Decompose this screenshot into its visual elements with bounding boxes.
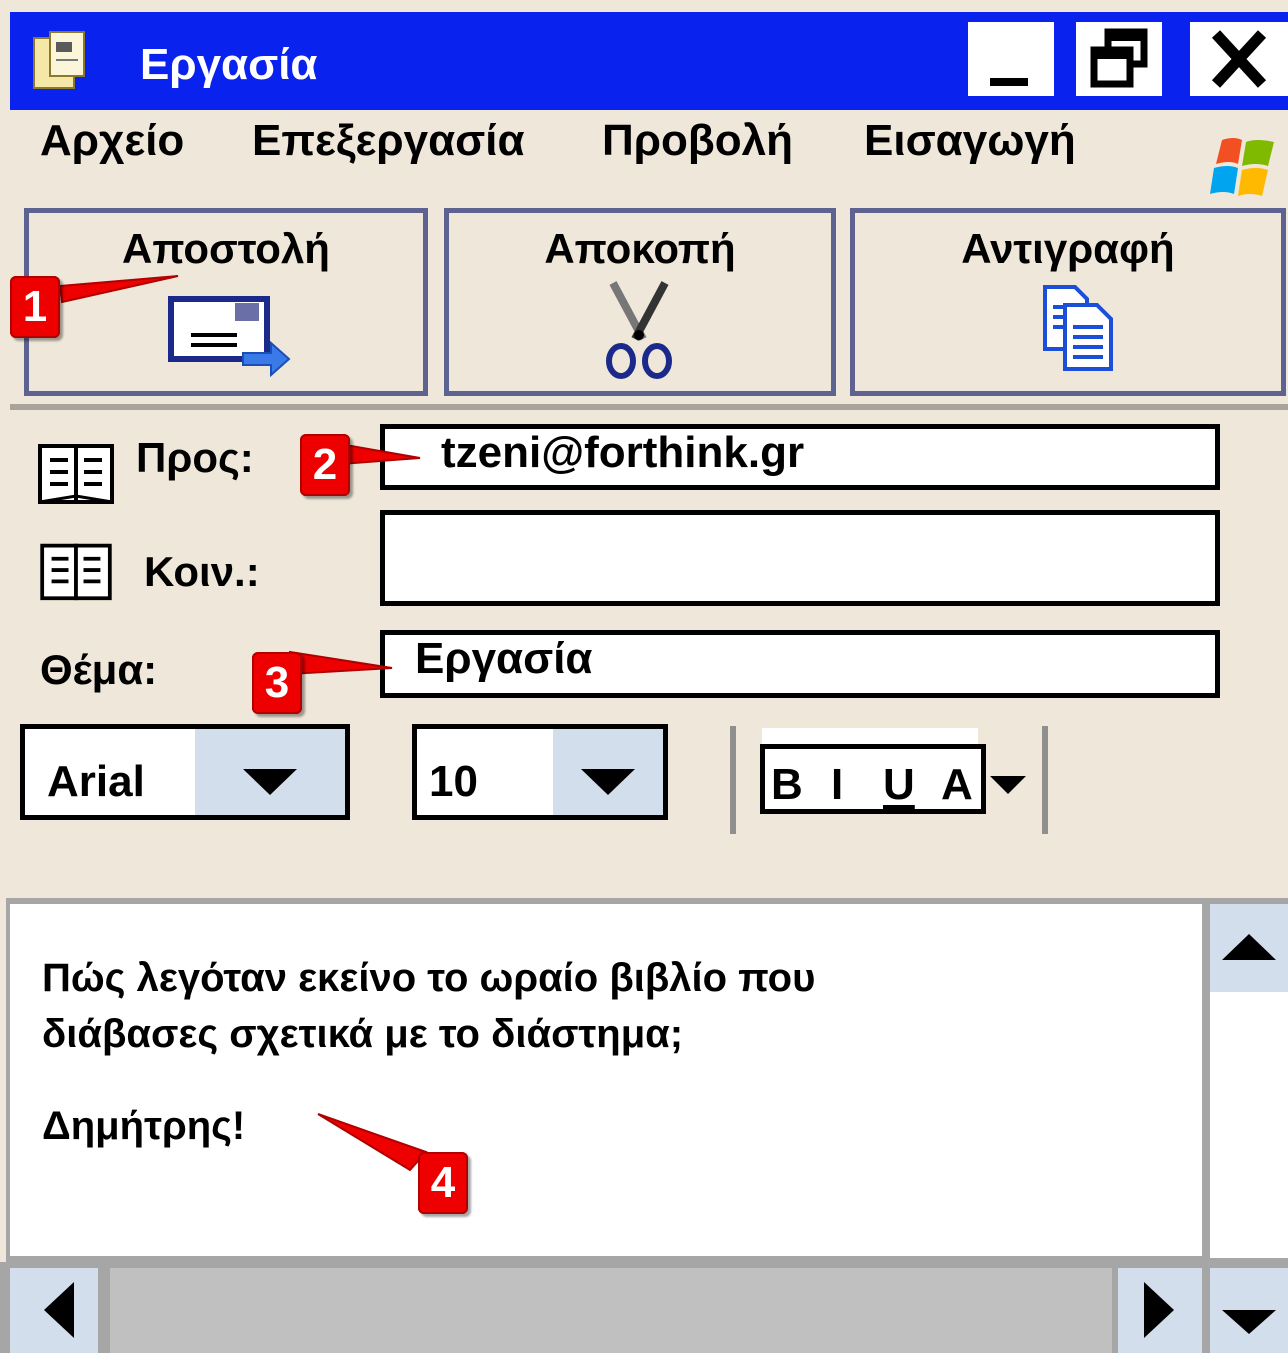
callout-badge: 4 bbox=[418, 1152, 468, 1214]
callout-badge: 2 bbox=[300, 434, 350, 496]
email-compose-window: Εργασία Αρχείο Επεξεργασία Προβολή Εισαγ… bbox=[0, 0, 1288, 1353]
callout-badge: 1 bbox=[10, 276, 60, 338]
callout-badge: 3 bbox=[252, 652, 302, 714]
callout-pointers bbox=[58, 275, 428, 1172]
